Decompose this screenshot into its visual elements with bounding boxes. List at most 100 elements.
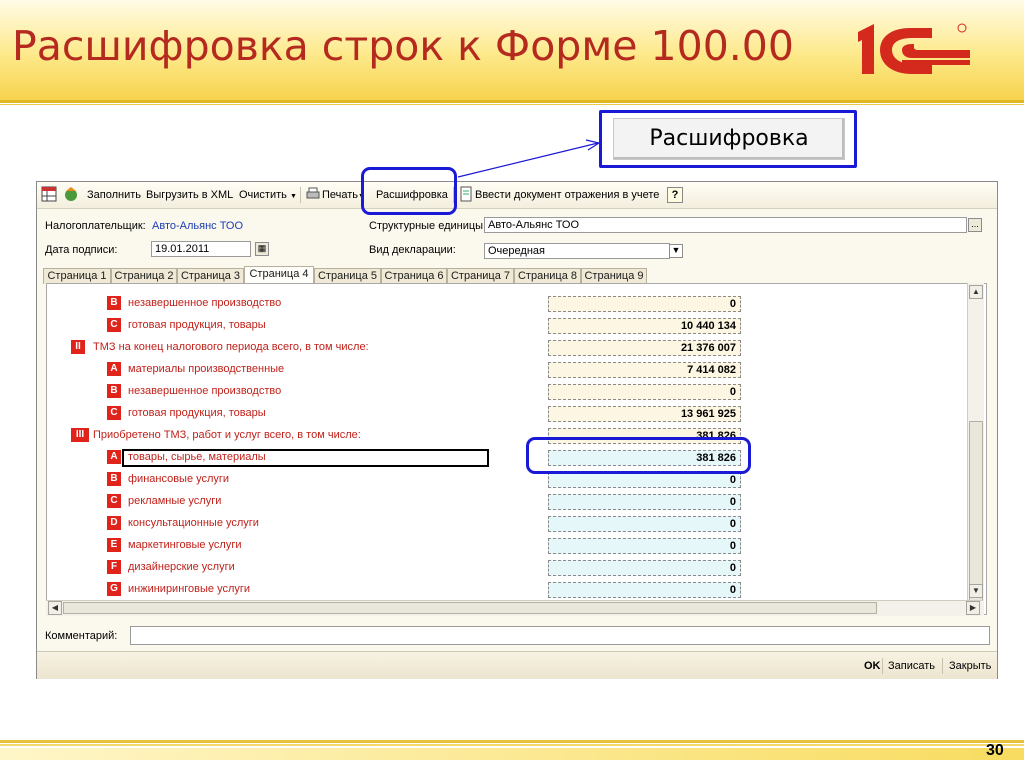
export-xml-button[interactable]: Выгрузить в XML [146,187,233,203]
row-badge: B [107,296,121,310]
clear-label: Очистить [239,189,287,201]
tab-page-8[interactable]: Страница 8 [514,268,581,284]
value-cell[interactable]: 0 [548,494,741,510]
tab-page-6[interactable]: Страница 6 [381,268,447,284]
value-cell[interactable]: 0 [548,582,741,598]
row-label: финансовые услуги [128,473,230,485]
row-badge: C [107,318,121,332]
value-cell[interactable]: 13 961 925 [548,406,741,422]
footer-divider [0,740,1024,743]
table-icon[interactable] [41,186,57,202]
units-label: Структурные единицы: [369,220,487,232]
footer-band [0,748,1024,760]
callout-decode-button[interactable]: Расшифровка [613,118,845,160]
row-label: инжиниринговые услуги [128,583,251,595]
units-field[interactable]: Авто-Альянс ТОО [484,217,967,233]
row-label: маркетинговые услуги [128,539,242,551]
chevron-down-icon: ▼ [289,193,297,200]
row-label: рекламные услуги [128,495,222,507]
row-badge: III [71,428,89,442]
value-cell[interactable]: 7 414 082 [548,362,741,378]
fill-button[interactable]: Заполнить [87,187,141,203]
tab-page-2[interactable]: Страница 2 [111,268,177,284]
clear-button[interactable]: Очистить ▼ [239,187,297,203]
row-label: Приобретено ТМЗ, работ и услуг всего, в … [93,429,361,441]
comment-field[interactable] [130,626,990,645]
close-button[interactable]: Закрыть [949,658,991,674]
row-badge: II [71,340,85,354]
taxpayer-label: Налогоплательщик: [45,220,146,232]
value-cell[interactable]: 0 [548,472,741,488]
1c-logo-icon [858,23,970,74]
sign-date-field[interactable]: 19.01.2011 [151,241,251,257]
value-cell[interactable]: 0 [548,560,741,576]
row-label: незавершенное производство [128,297,282,309]
chevron-down-icon[interactable]: ▼ [669,244,683,258]
dialog-button-bar: OK Записать Закрыть [37,651,997,679]
ok-button[interactable]: OK [864,658,881,674]
page-number: 30 [986,742,1004,759]
row-badge: A [107,362,121,376]
slide-title: Расшифровка строк к Форме 100.00 [12,22,794,70]
declaration-window: Заполнить Выгрузить в XML Очистить ▼ Печ… [36,181,998,679]
scroll-right-icon[interactable]: ▶ [966,601,980,615]
declaration-sheet: B незавершенное производство 0 C готовая… [46,283,987,615]
value-cell[interactable]: 0 [548,538,741,554]
value-cell[interactable]: 10 440 134 [548,318,741,334]
header-divider [0,100,1024,103]
row-label: готовая продукция, товары [128,319,266,331]
units-select-button[interactable]: ... [968,218,982,232]
row-badge: D [107,516,121,530]
row-label: материалы производственные [128,363,285,375]
value-cell[interactable]: 0 [548,296,741,312]
print-label: Печать [322,189,359,201]
decode-button-highlight [361,167,457,215]
row-badge: B [107,472,121,486]
row-badge: E [107,538,121,552]
scroll-thumb[interactable] [63,602,877,614]
tab-page-4[interactable]: Страница 4 [244,266,314,284]
comment-label: Комментарий: [45,630,118,642]
sign-date-label: Дата подписи: [45,244,118,256]
row-label: незавершенное производство [128,385,282,397]
row-badge: C [107,406,121,420]
footer-divider [0,744,1024,746]
help-button[interactable]: ? [667,187,683,203]
taxpayer-link[interactable]: Авто-Альянс ТОО [152,220,243,232]
value-cell[interactable]: 21 376 007 [548,340,741,356]
save-button[interactable]: Записать [888,658,935,674]
value-highlight [526,437,751,474]
tab-page-5[interactable]: Страница 5 [314,268,381,284]
row-badge: G [107,582,121,596]
toolbar: Заполнить Выгрузить в XML Очистить ▼ Печ… [37,182,997,209]
row-label: готовая продукция, товары [128,407,266,419]
row-badge: A [107,450,121,464]
fill-icon [65,187,77,201]
enter-document-button[interactable]: Ввести документ отражения в учете [475,187,659,203]
scroll-left-icon[interactable]: ◀ [48,601,62,615]
print-button[interactable]: Печать▼ [322,187,365,203]
decl-type-label: Вид декларации: [369,244,456,256]
calendar-icon[interactable]: ▦ [255,242,269,256]
header-divider-thin [0,104,1024,105]
scroll-thumb[interactable] [969,421,983,601]
document-icon [460,186,472,202]
row-label: ТМЗ на конец налогового периода всего, в… [93,341,369,353]
tab-page-7[interactable]: Страница 7 [447,268,514,284]
row-label: товары, сырье, материалы [128,451,266,463]
scroll-up-icon[interactable]: ▲ [969,285,983,299]
value-cell[interactable]: 0 [548,516,741,532]
printer-icon [306,187,320,199]
row-label: дизайнерские услуги [128,561,235,573]
scroll-down-icon[interactable]: ▼ [969,584,983,598]
tab-page-3[interactable]: Страница 3 [177,268,244,284]
tab-page-1[interactable]: Страница 1 [43,268,111,284]
vertical-scrollbar[interactable]: ▲ ▼ [967,283,984,615]
row-badge: B [107,384,121,398]
row-badge: F [107,560,121,574]
tab-page-9[interactable]: Страница 9 [581,268,647,284]
row-label: консультационные услуги [128,517,259,529]
decl-type-select[interactable]: Очередная [484,243,670,259]
value-cell[interactable]: 0 [548,384,741,400]
horizontal-scrollbar[interactable]: ◀ ▶ [46,600,983,616]
